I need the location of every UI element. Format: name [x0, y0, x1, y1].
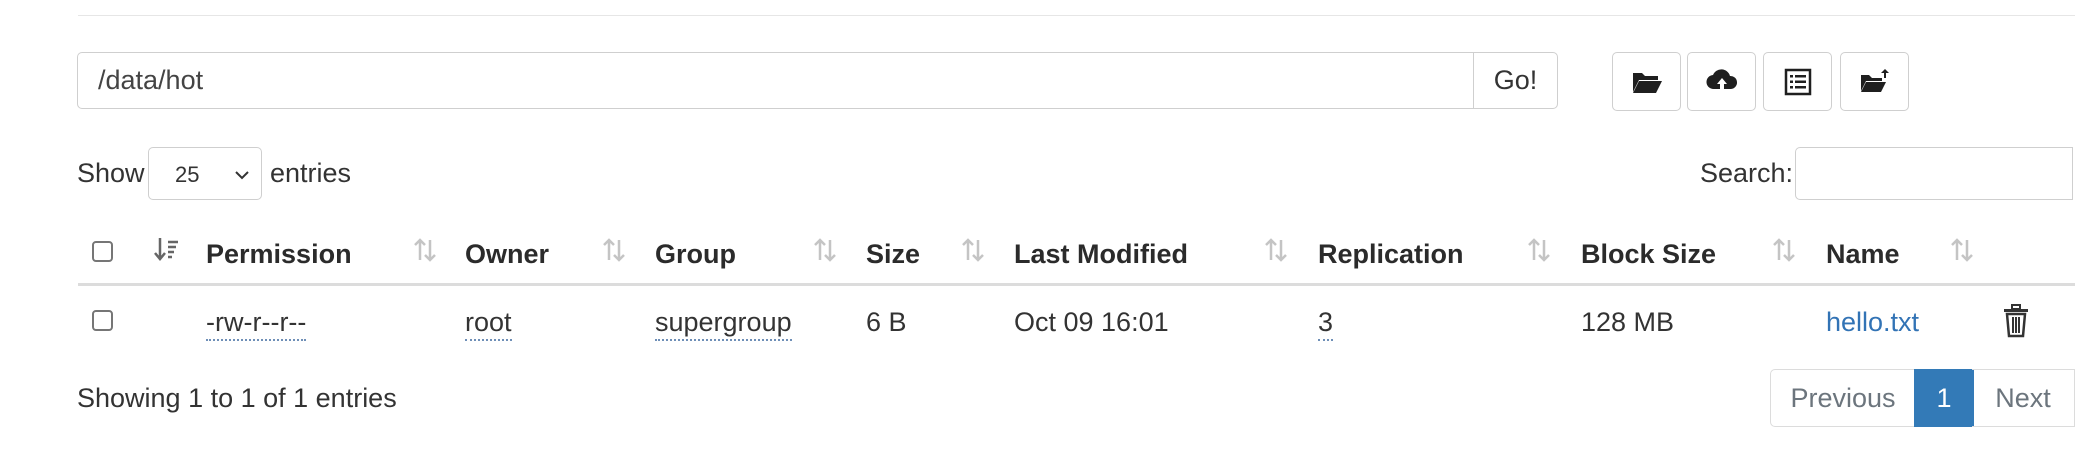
sort-both-icon[interactable]: [1526, 234, 1552, 266]
move-folder-icon: [1860, 68, 1889, 92]
cell-block-size: 128 MB: [1581, 307, 1675, 337]
column-header-replication[interactable]: Replication: [1318, 239, 1464, 270]
list-details-icon: [1784, 68, 1811, 95]
column-header-block-size[interactable]: Block Size: [1581, 239, 1716, 270]
column-header-permission[interactable]: Permission: [206, 239, 352, 270]
select-all-checkbox[interactable]: [92, 241, 113, 262]
upload-cloud-icon: [1705, 68, 1737, 90]
sort-both-icon[interactable]: [812, 234, 838, 266]
search-input[interactable]: [1795, 147, 2073, 200]
next-page-button[interactable]: Next: [1972, 369, 2075, 427]
column-header-owner[interactable]: Owner: [465, 239, 549, 270]
sort-both-icon[interactable]: [601, 234, 627, 266]
column-header-size[interactable]: Size: [866, 239, 920, 270]
cell-permission[interactable]: -rw-r--r--: [206, 307, 307, 341]
view-details-button[interactable]: [1763, 52, 1832, 111]
chevron-down-icon: [235, 171, 249, 180]
column-header-name[interactable]: Name: [1826, 239, 1900, 270]
upload-files-button[interactable]: [1687, 52, 1756, 111]
cell-owner[interactable]: root: [465, 307, 512, 341]
sort-both-icon[interactable]: [412, 234, 438, 266]
trash-icon[interactable]: [2000, 303, 2032, 339]
page-1-button[interactable]: 1: [1914, 369, 1974, 427]
sort-both-icon[interactable]: [960, 234, 986, 266]
file-name-link[interactable]: hello.txt: [1826, 307, 1919, 338]
entries-per-page-value: 25: [175, 162, 200, 187]
cell-replication[interactable]: 3: [1318, 307, 1334, 341]
table-info: Showing 1 to 1 of 1 entries: [77, 383, 397, 413]
cell-group[interactable]: supergroup: [655, 307, 792, 341]
move-files-button[interactable]: [1840, 52, 1909, 111]
top-divider: [78, 15, 2075, 16]
entries-per-page-select[interactable]: 25: [148, 147, 262, 200]
go-button[interactable]: Go!: [1473, 52, 1558, 109]
column-header-last-modified[interactable]: Last Modified: [1014, 239, 1188, 270]
column-header-group[interactable]: Group: [655, 239, 736, 270]
sort-both-icon[interactable]: [1949, 234, 1975, 266]
entries-label: entries: [270, 158, 352, 188]
directory-path-input[interactable]: [77, 52, 1474, 109]
header-divider: [78, 283, 2075, 286]
row-checkbox[interactable]: [92, 310, 113, 331]
sort-ascending-icon[interactable]: [153, 234, 179, 266]
search-label: Search:: [1700, 158, 1794, 188]
previous-page-button[interactable]: Previous: [1770, 369, 1916, 427]
sort-both-icon[interactable]: [1263, 234, 1289, 266]
sort-both-icon[interactable]: [1771, 234, 1797, 266]
open-folder-icon: [1632, 72, 1662, 93]
create-directory-button[interactable]: [1612, 52, 1681, 111]
show-label: Show: [77, 158, 145, 188]
cell-size: 6 B: [866, 307, 907, 337]
cell-last-modified: Oct 09 16:01: [1014, 307, 1169, 337]
